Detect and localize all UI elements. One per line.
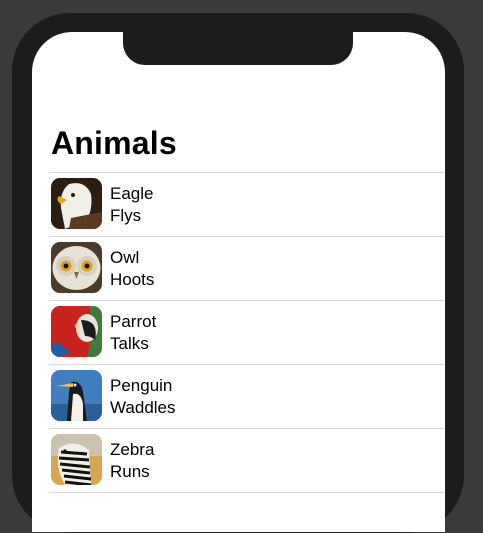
list-item-eagle[interactable]: Eagle Flys bbox=[49, 172, 445, 236]
animal-action: Flys bbox=[110, 206, 142, 225]
animal-name: Eagle bbox=[110, 184, 154, 203]
device-screen: Animals Eagle Flys Owl Hoots Parrot Talk… bbox=[32, 32, 445, 532]
owl-icon bbox=[51, 242, 102, 293]
animal-name: Penguin bbox=[110, 376, 173, 395]
animal-action: Runs bbox=[110, 462, 150, 481]
zebra-icon bbox=[51, 434, 102, 485]
device-notch bbox=[123, 32, 353, 65]
animal-name: Zebra bbox=[110, 440, 155, 459]
page-title: Animals bbox=[51, 125, 177, 161]
penguin-icon bbox=[51, 370, 102, 421]
list-item-zebra[interactable]: Zebra Runs bbox=[49, 428, 445, 493]
list-item-penguin[interactable]: Penguin Waddles bbox=[49, 364, 445, 428]
animal-name: Owl bbox=[110, 248, 140, 267]
eagle-icon bbox=[51, 178, 102, 229]
animal-list: Eagle Flys Owl Hoots Parrot Talks Pengui… bbox=[49, 172, 445, 493]
animal-action: Talks bbox=[110, 334, 149, 353]
parrot-icon bbox=[51, 306, 102, 357]
animal-action: Hoots bbox=[110, 270, 155, 289]
list-item-owl[interactable]: Owl Hoots bbox=[49, 236, 445, 300]
animal-action: Waddles bbox=[110, 398, 176, 417]
list-item-parrot[interactable]: Parrot Talks bbox=[49, 300, 445, 364]
animal-name: Parrot bbox=[110, 312, 157, 331]
